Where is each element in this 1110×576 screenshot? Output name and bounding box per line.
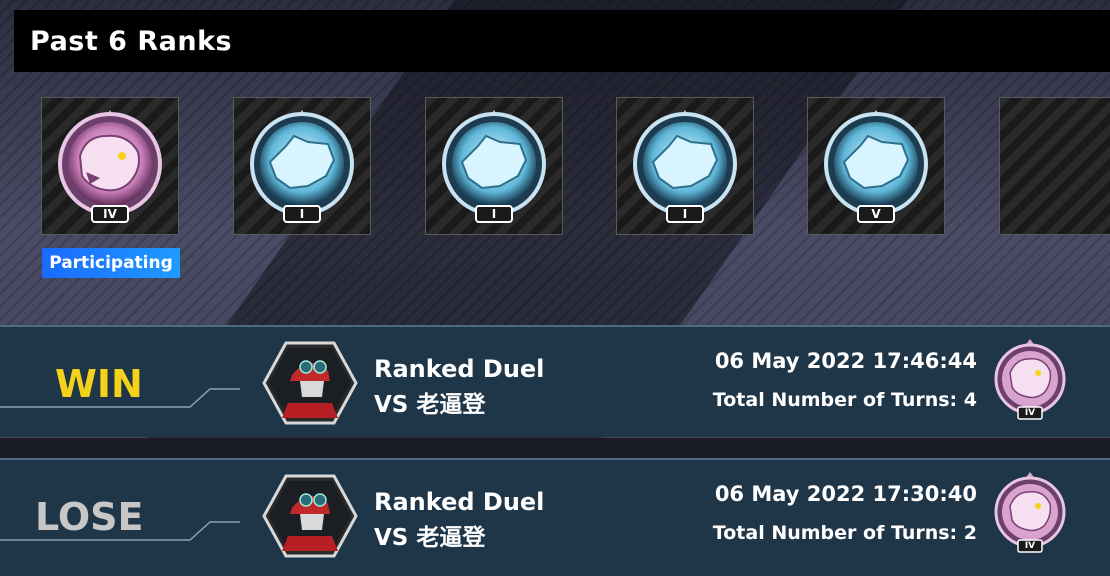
opponent-avatar[interactable] — [262, 474, 358, 558]
row-separator — [0, 438, 1110, 458]
rank-tile-3[interactable]: I — [425, 97, 563, 235]
rank-tier-label: IV — [1024, 408, 1036, 418]
turn-count: Total Number of Turns: 4 — [712, 389, 977, 411]
rank-tier-label: V — [871, 207, 881, 221]
result-win-label: WIN — [55, 362, 143, 406]
title-bar: Past 6 Ranks — [14, 10, 1110, 72]
opponent-name: VS 老逼登 — [374, 392, 486, 418]
duel-mode-label: Ranked Duel — [374, 355, 545, 383]
duel-datetime: 06 May 2022 17:30:40 — [714, 482, 977, 506]
duel-history-row[interactable]: WIN Ranked Duel VS 老逼登 06 May 2022 17:46… — [0, 325, 1110, 437]
opponent-name: VS 老逼登 — [374, 525, 486, 551]
rank-tier-label: IV — [103, 207, 117, 221]
duel-history-row[interactable]: LOSE Ranked Duel VS 老逼登 06 May 2022 17:3… — [0, 458, 1110, 576]
turn-count: Total Number of Turns: 2 — [712, 522, 977, 544]
duel-mode-label: Ranked Duel — [374, 488, 545, 516]
rank-tile-1[interactable]: IV — [41, 97, 179, 235]
rank-tier-label: I — [491, 207, 497, 221]
rank-tier-label: I — [682, 207, 688, 221]
rank-tile-6-empty — [999, 97, 1110, 235]
participating-badge: Participating — [42, 248, 180, 278]
rank-tier-label: IV — [1024, 541, 1036, 551]
result-lose-label: LOSE — [35, 495, 144, 539]
opponent-avatar[interactable] — [262, 341, 358, 425]
rank-tile-2[interactable]: I — [233, 97, 371, 235]
rank-tile-4[interactable]: I — [616, 97, 754, 235]
page-title: Past 6 Ranks — [30, 25, 233, 57]
rank-tile-5[interactable]: V — [807, 97, 945, 235]
duel-datetime: 06 May 2022 17:46:44 — [714, 349, 977, 373]
rank-tier-label: I — [299, 207, 305, 221]
